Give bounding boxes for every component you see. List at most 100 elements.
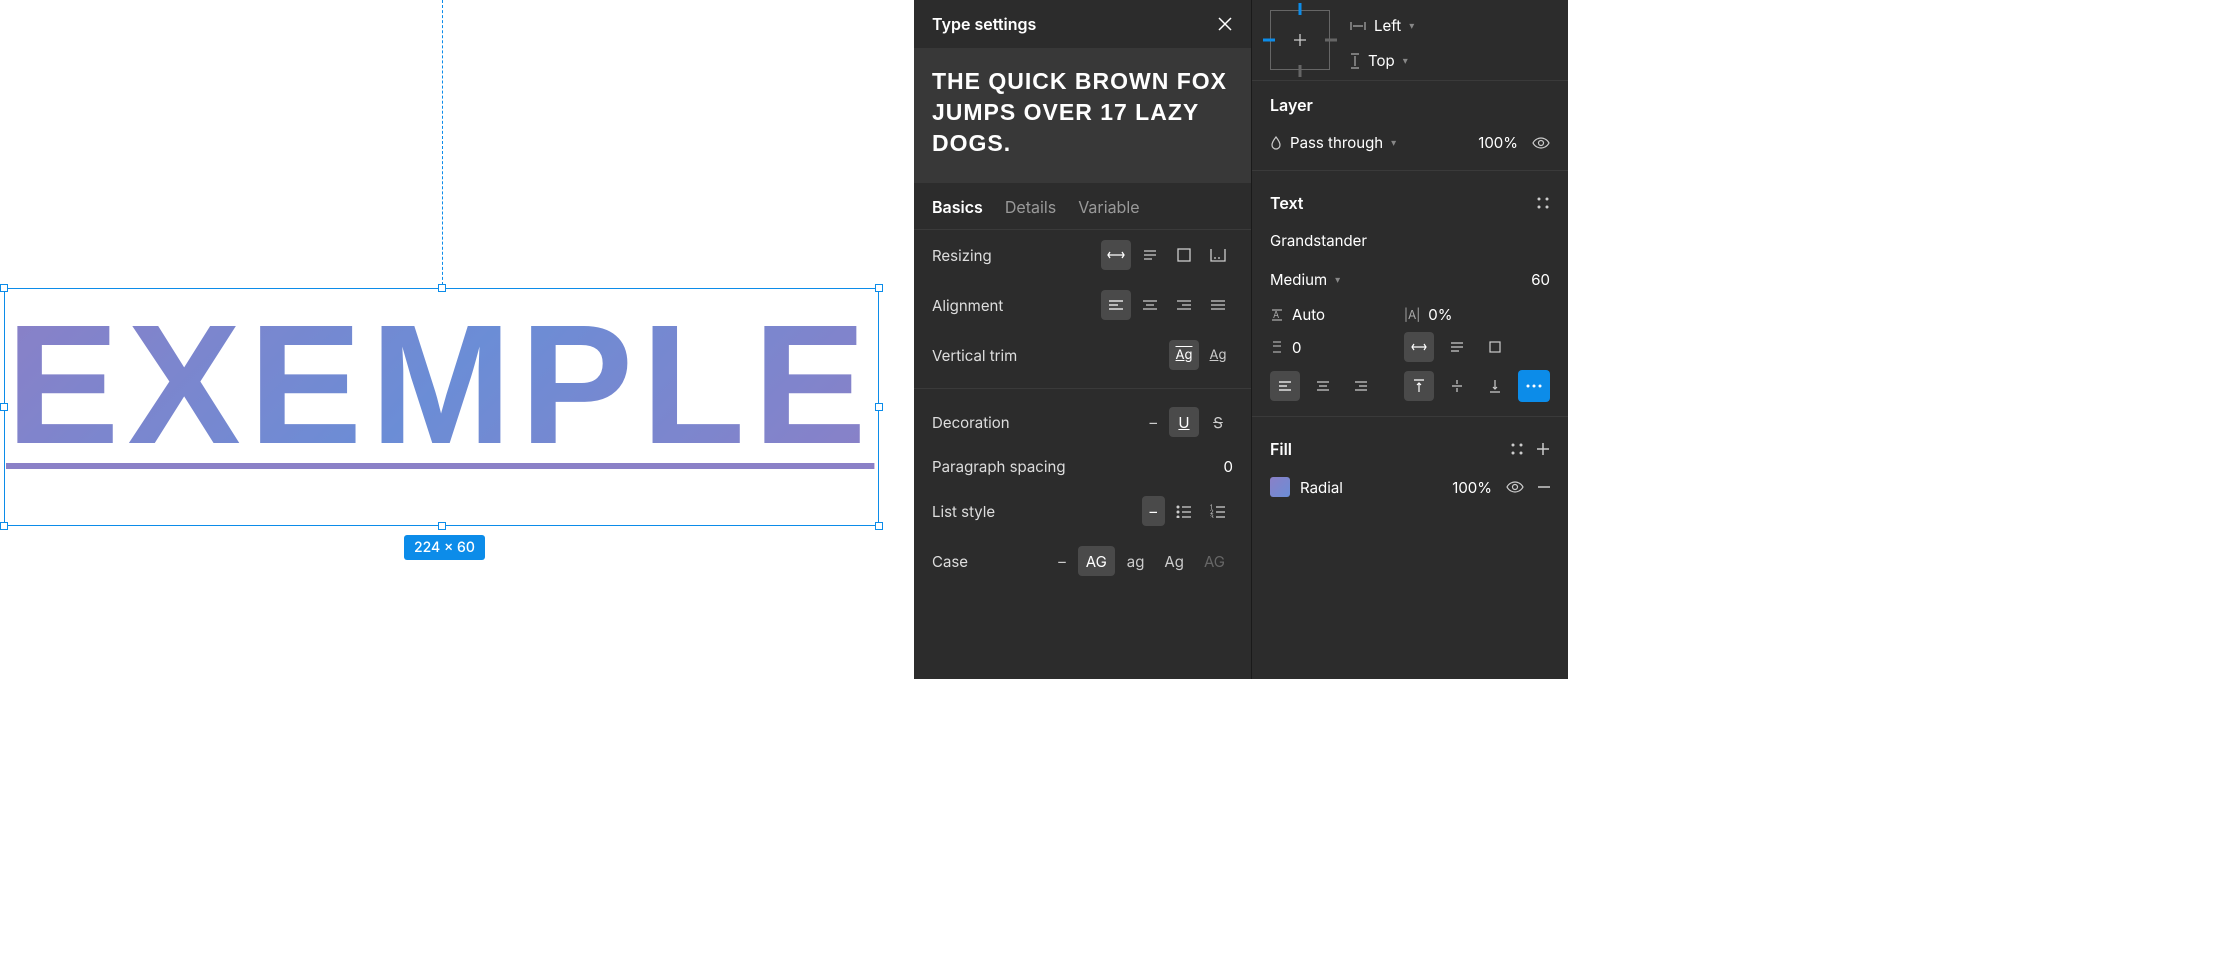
text-resize-fixed-button[interactable] <box>1480 332 1510 362</box>
line-height-input[interactable]: A Auto <box>1270 305 1388 324</box>
preview-text: THE QUICK BROWN FOX JUMPS OVER 17 LAZY D… <box>932 66 1233 159</box>
text-section-title: Text <box>1252 179 1568 221</box>
canvas[interactable]: EXEMPLE 224 × 60 <box>0 0 914 679</box>
vertical-align-top-button[interactable] <box>1404 371 1434 401</box>
constraint-horizontal-dropdown[interactable]: Left ▾ <box>1350 16 1414 35</box>
text-resize-auto-width-button[interactable] <box>1404 332 1434 362</box>
letter-spacing-input[interactable]: |A| 0% <box>1404 305 1550 324</box>
valign-middle-icon <box>1451 379 1463 393</box>
list-numbered-button[interactable]: 123 <box>1203 496 1233 526</box>
dimensions-badge: 224 × 60 <box>404 535 485 560</box>
trim-cap-button[interactable]: Ag <box>1203 340 1233 370</box>
text-align-left-button[interactable] <box>1270 371 1300 401</box>
font-weight-dropdown[interactable]: Medium ▾ <box>1270 270 1340 289</box>
minus-icon[interactable] <box>1538 486 1550 488</box>
list-none-button[interactable]: – <box>1142 496 1166 526</box>
trim-standard-icon: Ag <box>1176 347 1193 363</box>
arrow-horizontal-icon <box>1107 250 1125 260</box>
selection-box[interactable] <box>4 288 879 526</box>
underline-icon: U <box>1178 413 1189 432</box>
handle-tm[interactable] <box>438 284 446 292</box>
handle-bm[interactable] <box>438 522 446 530</box>
fill-opacity[interactable]: 100% <box>1452 478 1492 497</box>
paragraph-spacing-label: Paragraph spacing <box>932 457 1066 476</box>
square-icon <box>1177 248 1191 262</box>
tab-basics[interactable]: Basics <box>932 197 983 217</box>
chevron-down-icon: ▾ <box>1409 20 1414 32</box>
droplet-icon <box>1270 136 1282 150</box>
blend-mode-dropdown[interactable]: Pass through ▾ <box>1270 133 1396 152</box>
type-settings-panel: Type settings THE QUICK BROWN FOX JUMPS … <box>914 0 1252 679</box>
text-align-center-button[interactable] <box>1308 371 1338 401</box>
decoration-label: Decoration <box>932 413 1010 432</box>
arrow-horizontal-icon <box>1411 342 1427 352</box>
align-justify-button[interactable] <box>1203 290 1233 320</box>
case-label: Case <box>932 552 968 571</box>
constraint-vertical-dropdown[interactable]: Top ▾ <box>1350 51 1414 70</box>
vertical-align-middle-button[interactable] <box>1442 371 1472 401</box>
handle-bl[interactable] <box>0 522 8 530</box>
align-right-button[interactable] <box>1169 290 1199 320</box>
layer-opacity[interactable]: 100% <box>1478 133 1518 152</box>
resize-truncate-button[interactable] <box>1203 240 1233 270</box>
decoration-underline-button[interactable]: U <box>1169 407 1199 437</box>
tab-details[interactable]: Details <box>1005 197 1056 217</box>
font-size-input[interactable]: 60 <box>1531 270 1550 289</box>
handle-ml[interactable] <box>0 403 8 411</box>
text-resize-auto-height-button[interactable] <box>1442 332 1472 362</box>
styles-icon[interactable] <box>1510 442 1524 456</box>
resize-auto-height-button[interactable] <box>1135 240 1165 270</box>
resize-auto-width-button[interactable] <box>1101 240 1131 270</box>
align-center-button[interactable] <box>1135 290 1165 320</box>
type-tabs: Basics Details Variable <box>914 183 1251 230</box>
align-justify-icon <box>1210 298 1226 312</box>
font-preview: THE QUICK BROWN FOX JUMPS OVER 17 LAZY D… <box>914 48 1251 183</box>
chevron-down-icon: ▾ <box>1335 274 1340 286</box>
handle-tr[interactable] <box>875 284 883 292</box>
case-lower-button[interactable]: ag <box>1119 546 1153 576</box>
alignment-label: Alignment <box>932 296 1003 315</box>
decoration-strike-button[interactable]: S <box>1203 407 1233 437</box>
text-align-right-button[interactable] <box>1346 371 1376 401</box>
close-button[interactable] <box>1217 16 1233 32</box>
list-bullet-button[interactable] <box>1169 496 1199 526</box>
truncate-icon <box>1210 248 1226 262</box>
paragraph-spacing-value[interactable]: 0 <box>1224 457 1233 476</box>
styles-icon[interactable] <box>1536 196 1550 210</box>
case-none-button[interactable]: – <box>1050 546 1074 576</box>
fill-section-title: Fill <box>1252 425 1568 467</box>
vertical-align-bottom-button[interactable] <box>1480 371 1510 401</box>
eye-icon[interactable] <box>1532 137 1550 149</box>
para-spacing-icon <box>1270 340 1284 354</box>
trim-standard-button[interactable]: Ag <box>1169 340 1199 370</box>
paragraph-spacing-input[interactable]: 0 <box>1270 338 1388 357</box>
constraints-anchor[interactable] <box>1270 10 1330 70</box>
fill-type-value[interactable]: Radial <box>1300 478 1343 497</box>
font-family-input[interactable]: Grandstander <box>1270 231 1367 250</box>
lines-icon <box>1450 341 1464 353</box>
handle-br[interactable] <box>875 522 883 530</box>
vertical-guide <box>442 0 443 290</box>
chevron-down-icon: ▾ <box>1391 137 1396 149</box>
case-small-button[interactable]: AG <box>1196 546 1233 576</box>
height-icon <box>1350 53 1360 69</box>
handle-tl[interactable] <box>0 284 8 292</box>
more-type-options-button[interactable] <box>1518 370 1550 402</box>
resize-fixed-button[interactable] <box>1169 240 1199 270</box>
square-icon <box>1489 341 1501 353</box>
handle-mr[interactable] <box>875 403 883 411</box>
plus-icon[interactable] <box>1536 442 1550 456</box>
case-title-button[interactable]: Ag <box>1156 546 1192 576</box>
eye-icon[interactable] <box>1506 481 1524 493</box>
decoration-none-button[interactable]: – <box>1142 407 1166 437</box>
case-upper-button[interactable]: AG <box>1078 546 1115 576</box>
align-left-icon <box>1278 380 1292 392</box>
layer-section-title: Layer <box>1252 81 1568 123</box>
line-height-icon: A <box>1270 308 1284 322</box>
properties-panel: Left ▾ Top ▾ Layer Pass through ▾ 100% T… <box>1252 0 1568 679</box>
svg-text:3: 3 <box>1210 514 1214 518</box>
align-left-button[interactable] <box>1101 290 1131 320</box>
numbered-list-icon: 123 <box>1210 504 1226 518</box>
tab-variable[interactable]: Variable <box>1078 197 1139 217</box>
fill-swatch[interactable] <box>1270 477 1290 497</box>
